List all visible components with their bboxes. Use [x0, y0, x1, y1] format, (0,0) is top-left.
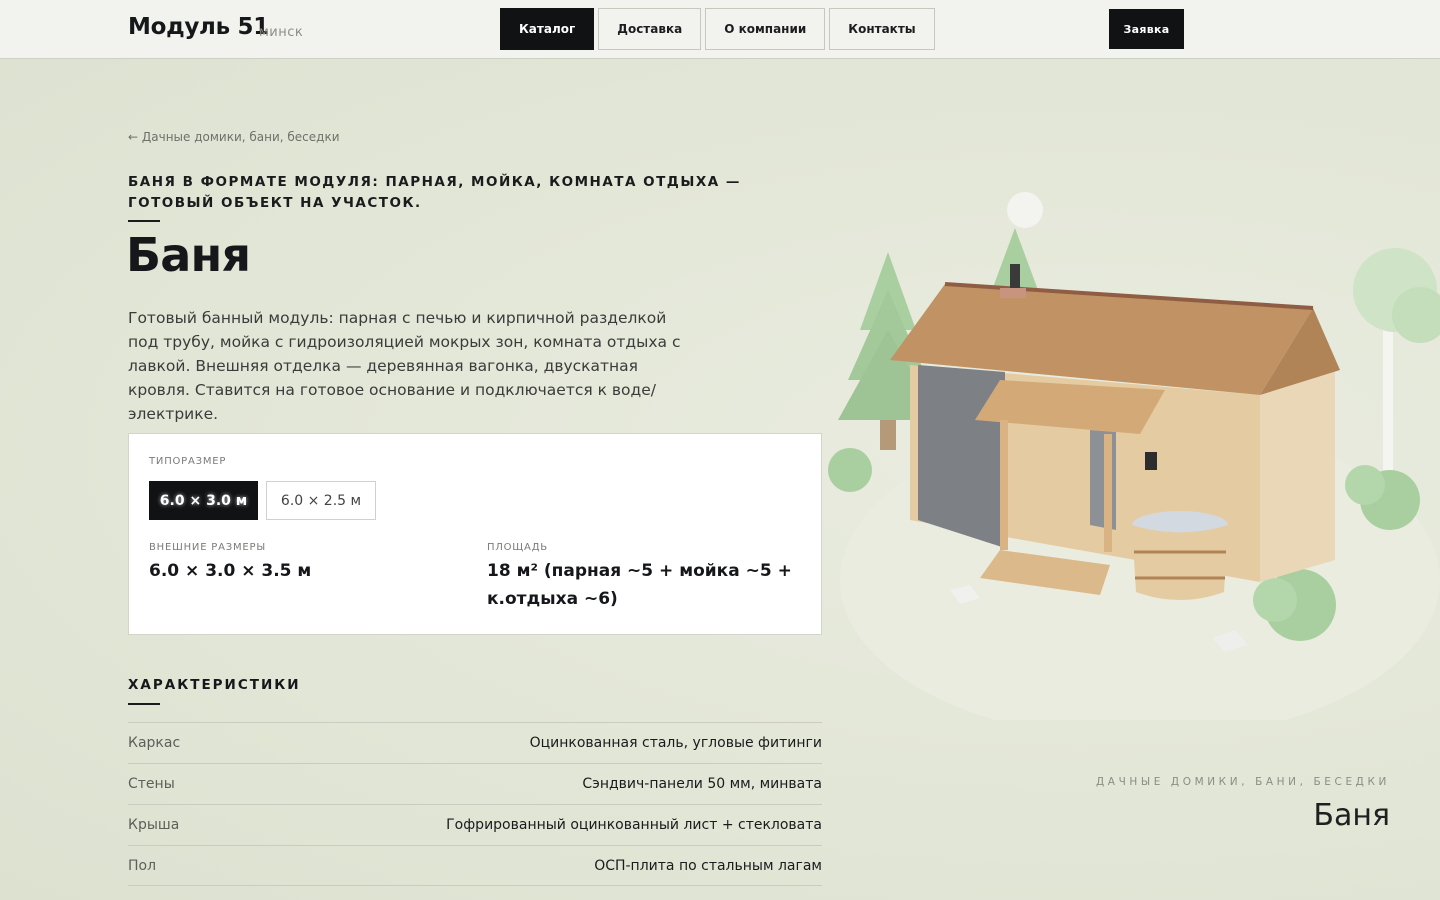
area-value-line1: 18 м² (парная ~5 + мойка ~5 + — [487, 561, 792, 581]
product-eyebrow: БАНЯ В ФОРМАТЕ МОДУЛЯ: ПАРНАЯ, МОЙКА, КО… — [128, 174, 741, 211]
city-label: минск — [259, 25, 304, 40]
nav-catalog[interactable]: Каталог — [500, 8, 595, 50]
spec-key: Крыша — [128, 817, 180, 833]
sauna-door — [1090, 430, 1116, 530]
nav-delivery[interactable]: Доставка — [598, 8, 702, 50]
spec-row: Стены Сэндвич-панели 50 мм, минвата — [128, 763, 822, 804]
dims-value: 6.0 × 3.0 × 3.5 м — [149, 561, 312, 581]
size-option-6x3[interactable]: 6.0 × 3.0 м — [149, 481, 258, 520]
canopy-post — [1000, 420, 1008, 550]
order-button[interactable]: Заявка — [1109, 9, 1184, 49]
back-breadcrumb-link[interactable]: ← Дачные домики, бани, беседки — [128, 130, 340, 144]
spec-value: ОСП-плита по стальным лагам — [594, 857, 822, 874]
spec-value: Гофрированный оцинкованный лист + стекло… — [446, 817, 822, 833]
site-logo[interactable]: Модуль 51 — [128, 14, 269, 40]
spec-value: Оцинкованная сталь, угловые фитинги — [529, 735, 822, 751]
spec-row: Каркас Оцинкованная сталь, угловые фитин… — [128, 722, 822, 763]
birch-tree-icon — [1353, 248, 1440, 470]
main-nav: Каталог Доставка О компании Контакты — [500, 8, 935, 50]
size-label: ТИПОРАЗМЕР — [149, 456, 227, 467]
spec-row: Пол ОСП-плита по стальным лагам — [128, 845, 822, 886]
bush-icon — [1253, 578, 1297, 622]
site-header: Модуль 51 минск Каталог Доставка О компа… — [0, 0, 1440, 59]
bush-icon — [828, 448, 872, 492]
page-title: Баня — [126, 228, 251, 282]
wall-lamp-icon — [1145, 452, 1157, 470]
spec-key: Пол — [128, 857, 157, 874]
dims-label: ВНЕШНИЕ РАЗМЕРЫ — [149, 542, 266, 553]
specs-table: Каркас Оцинкованная сталь, угловые фитин… — [128, 722, 822, 886]
hot-tub-icon — [1132, 525, 1228, 600]
spec-key: Каркас — [128, 735, 181, 751]
nav-contacts[interactable]: Контакты — [829, 8, 935, 50]
sauna-illustration[interactable] — [820, 180, 1440, 720]
spec-row: Крыша Гофрированный оцинкованный лист + … — [128, 804, 822, 845]
sauna-window — [918, 365, 1005, 548]
specs-divider — [128, 703, 160, 705]
size-card: ТИПОРАЗМЕР 6.0 × 3.0 м 6.0 × 2.5 м ВНЕШН… — [128, 433, 822, 635]
size-option-6x2-5[interactable]: 6.0 × 2.5 м — [266, 481, 376, 520]
scene-title-caption: Баня — [1313, 798, 1390, 833]
canopy-post — [1104, 434, 1112, 552]
chimney-base — [1000, 288, 1026, 298]
nav-about[interactable]: О компании — [705, 8, 826, 50]
spec-key: Стены — [128, 776, 175, 792]
bush-icon — [1345, 465, 1385, 505]
smoke-icon — [1007, 192, 1043, 228]
scene-category-caption: ДАЧНЫЕ ДОМИКИ, БАНИ, БЕСЕДКИ — [1095, 776, 1390, 788]
sauna-side-wall — [1260, 370, 1335, 582]
chimney-icon — [1010, 264, 1020, 290]
area-label: ПЛОЩАДЬ — [487, 542, 548, 553]
product-description: Готовый банный модуль: парная с печью и … — [128, 309, 681, 423]
specs-heading: ХАРАКТЕРИСТИКИ — [128, 677, 301, 693]
page: Модуль 51 минск Каталог Доставка О компа… — [0, 0, 1440, 900]
eyebrow-divider — [128, 220, 160, 222]
area-value-line2: к.отдыха ~6) — [487, 589, 618, 609]
spec-value: Сэндвич-панели 50 мм, минвата — [582, 776, 822, 792]
